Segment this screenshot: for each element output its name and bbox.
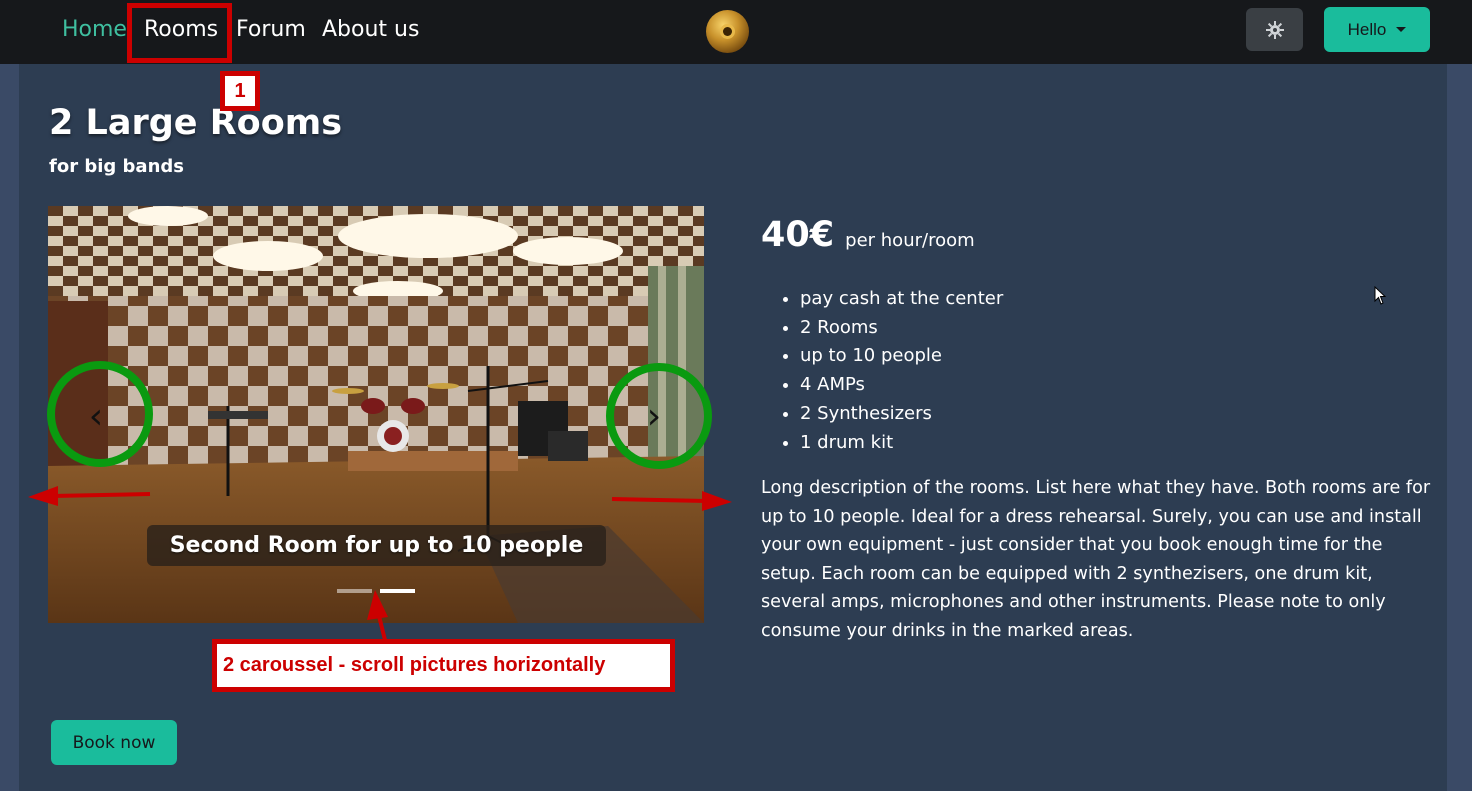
annotation-tag-2: 2 caroussel - scroll pictures horizontal… <box>212 639 675 692</box>
user-menu-label: Hello <box>1347 19 1387 39</box>
feature-item: 2 Rooms <box>800 314 1003 343</box>
room-description: Long description of the rooms. List here… <box>761 478 1431 641</box>
book-now-button[interactable]: Book now <box>51 720 177 765</box>
chevron-right-icon: › <box>646 395 662 437</box>
feature-item: 1 drum kit <box>800 429 1003 458</box>
mouse-cursor-icon <box>1374 286 1387 305</box>
feature-item: up to 10 people <box>800 342 1003 371</box>
carousel-indicator-2[interactable] <box>380 589 415 593</box>
carousel-indicator-1[interactable] <box>337 589 372 593</box>
room-carousel[interactable]: ‹ › Second Room for up to 10 people <box>48 206 704 623</box>
feature-list: pay cash at the center 2 Rooms up to 10 … <box>800 285 1003 457</box>
nav-forum-link[interactable]: Forum <box>236 14 306 46</box>
price: 40€ per hour/room <box>761 215 975 255</box>
carousel-next-button[interactable]: › <box>634 395 674 437</box>
user-menu-button[interactable]: Hello <box>1324 7 1430 52</box>
nav-home-link[interactable]: Home <box>62 14 127 46</box>
gear-icon <box>1265 20 1284 39</box>
carousel-caption: Second Room for up to 10 people <box>147 525 606 566</box>
caret-down-icon <box>1396 27 1407 32</box>
price-unit: per hour/room <box>845 230 975 251</box>
annotation-tag-1: 1 <box>220 71 260 111</box>
feature-item: 4 AMPs <box>800 371 1003 400</box>
carousel-prev-button[interactable]: ‹ <box>76 395 116 437</box>
page-subtitle: for big bands <box>49 156 184 177</box>
chevron-left-icon: ‹ <box>88 395 104 437</box>
price-amount: 40€ <box>761 215 835 255</box>
annotation-highlight-rooms <box>127 3 232 63</box>
page-title: 2 Large Rooms <box>49 103 343 143</box>
nav-about-link[interactable]: About us <box>322 14 419 46</box>
feature-item: 2 Synthesizers <box>800 400 1003 429</box>
vinyl-logo-icon[interactable] <box>706 10 749 53</box>
feature-item: pay cash at the center <box>800 285 1003 314</box>
theme-toggle-button[interactable] <box>1246 8 1303 51</box>
